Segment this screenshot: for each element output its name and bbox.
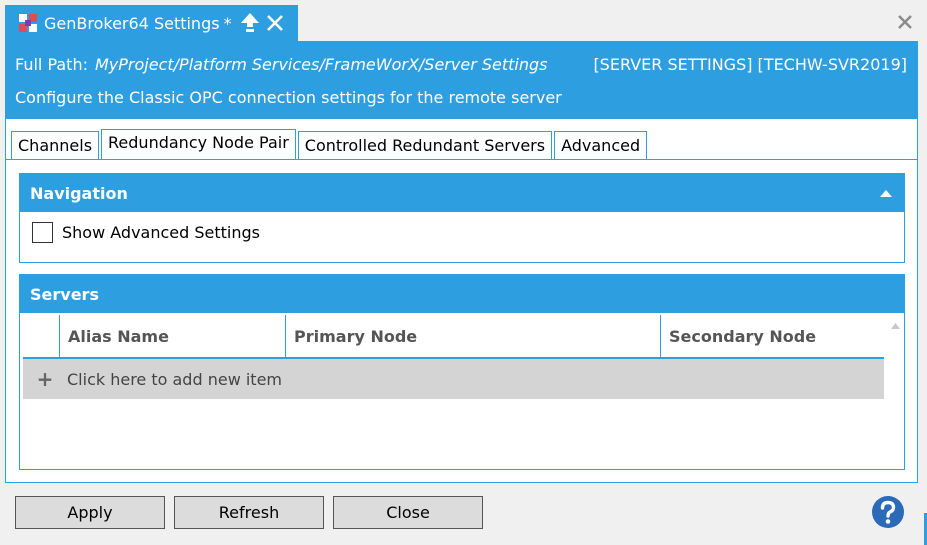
settings-window: GenBroker64 Settings * Full Path: MyProj… bbox=[0, 0, 927, 545]
tab-strip: Channels Redundancy Node Pair Controlled… bbox=[11, 129, 649, 160]
tab-controlled-redundant-servers[interactable]: Controlled Redundant Servers bbox=[297, 131, 553, 160]
genbroker-app-icon bbox=[18, 13, 38, 33]
collapse-icon[interactable] bbox=[880, 190, 892, 197]
tab-close-icon[interactable] bbox=[266, 14, 284, 32]
tab-redundancy-node-pair[interactable]: Redundancy Node Pair bbox=[101, 129, 296, 160]
modified-indicator: * bbox=[223, 13, 232, 33]
column-header-primary-node[interactable]: Primary Node bbox=[285, 315, 660, 357]
servers-group: Servers Alias Name Primary Node Secondar… bbox=[19, 274, 905, 470]
servers-grid: Alias Name Primary Node Secondary Node +… bbox=[23, 315, 884, 399]
tab-divider bbox=[6, 159, 917, 160]
add-new-item-label[interactable]: Click here to add new item bbox=[67, 370, 282, 389]
content-pane: Channels Redundancy Node Pair Controlled… bbox=[5, 119, 918, 483]
show-advanced-label[interactable]: Show Advanced Settings bbox=[62, 223, 260, 242]
pin-up-arrow-icon[interactable] bbox=[240, 12, 260, 34]
apply-button[interactable]: Apply bbox=[15, 496, 165, 529]
column-header-secondary-node[interactable]: Secondary Node bbox=[660, 315, 884, 357]
servers-header: Servers bbox=[20, 275, 904, 313]
navigation-group: Navigation Show Advanced Settings bbox=[19, 173, 905, 263]
server-tag: [SERVER SETTINGS] [TECHW-SVR2019] bbox=[593, 55, 907, 74]
tab-advanced[interactable]: Advanced bbox=[554, 131, 648, 160]
close-button[interactable]: Close bbox=[333, 496, 483, 529]
navigation-title: Navigation bbox=[30, 184, 128, 203]
column-header-selector[interactable] bbox=[23, 315, 59, 357]
full-path-value: MyProject/Platform Services/FrameWorX/Se… bbox=[95, 55, 548, 74]
navigation-header[interactable]: Navigation bbox=[20, 174, 904, 212]
add-new-item-row[interactable]: + Click here to add new item bbox=[23, 359, 884, 399]
full-path-label: Full Path: bbox=[15, 55, 88, 74]
column-header-alias-name[interactable]: Alias Name bbox=[59, 315, 285, 357]
info-header: Full Path: MyProject/Platform Services/F… bbox=[5, 41, 918, 119]
refresh-button[interactable]: Refresh bbox=[174, 496, 324, 529]
plus-icon: + bbox=[36, 367, 54, 391]
window-close-icon[interactable] bbox=[897, 14, 913, 30]
grid-header: Alias Name Primary Node Secondary Node bbox=[23, 315, 884, 359]
page-description: Configure the Classic OPC connection set… bbox=[15, 88, 562, 107]
show-advanced-checkbox[interactable] bbox=[32, 222, 53, 243]
servers-title: Servers bbox=[30, 285, 99, 304]
tab-title: GenBroker64 Settings bbox=[44, 13, 220, 33]
scroll-up-icon[interactable] bbox=[891, 323, 900, 329]
show-advanced-row[interactable]: Show Advanced Settings bbox=[32, 222, 260, 243]
tab-channels[interactable]: Channels bbox=[11, 131, 100, 160]
help-icon[interactable] bbox=[871, 495, 905, 529]
document-tab[interactable]: GenBroker64 Settings * bbox=[5, 5, 298, 41]
